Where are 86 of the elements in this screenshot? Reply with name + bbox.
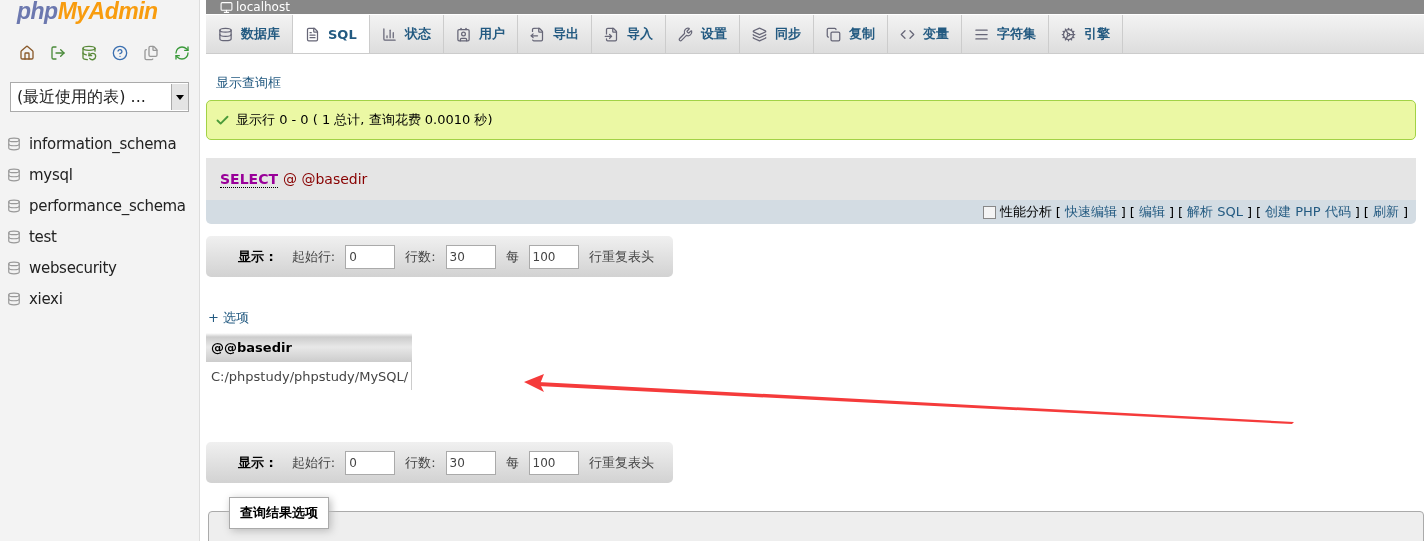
rows-field[interactable]: 30 [445,450,496,475]
tab[interactable]: 同步 [739,15,814,53]
tab[interactable]: 用户 [443,15,518,53]
result-options-legend[interactable]: 查询结果选项 [229,497,329,529]
column-header[interactable]: @@basedir [206,333,412,362]
import-icon [603,26,619,42]
tab[interactable]: 变量 [887,15,962,53]
bracket: ] [1168,204,1174,220]
tab[interactable]: 状态 [369,15,444,53]
export-icon [529,26,545,42]
success-text: 显示行 0 - 0 ( 1 总计, 查询花费 0.0010 秒) [236,111,493,129]
table-cell: C:/phpstudy/phpstudy/MySQL/ [206,362,412,390]
show-query-box-link[interactable]: 显示查询框 [216,74,281,92]
tab[interactable]: 导出 [517,15,592,53]
start-row-label: 起始行: [291,453,336,472]
database-icon [7,136,21,151]
rows-label: 行数: [405,247,436,266]
exit-icon[interactable] [49,44,66,61]
tab[interactable]: 导入 [591,15,666,53]
database-link[interactable]: performance_schema [29,196,186,215]
sql-action-link[interactable]: 编辑 [1138,203,1165,221]
sql-action-link[interactable]: 创建 PHP 代码 [1265,203,1351,221]
bracket: [ [1255,204,1262,220]
repeat-header-field[interactable]: 100 [528,450,579,475]
bracket: ] [1120,204,1126,220]
caret-icon [176,94,184,100]
per-label: 每 [505,247,519,266]
bracket: ] [1354,204,1360,220]
bar-chart-icon [381,26,397,42]
tab[interactable]: 引擎 [1048,15,1123,53]
database-icon [7,167,21,182]
database-link[interactable]: mysql [29,165,73,184]
help-icon[interactable] [111,44,128,61]
gear-icon [1060,26,1076,42]
lines-icon [973,26,989,42]
repeat-header-field[interactable]: 100 [528,244,579,269]
sql-text: @ @basedir [282,171,368,187]
logo[interactable]: phpMyAdmin [0,0,199,26]
tab[interactable]: 复制 [813,15,888,53]
bracket: [ [1177,204,1184,220]
sql-keyword[interactable]: SELECT [220,170,278,188]
per-label: 每 [505,453,519,472]
database-link[interactable]: information_schema [29,134,177,153]
server-title[interactable]: localhost [236,0,290,14]
contact-card-icon [455,26,471,42]
show-label: 显示 : [238,247,274,266]
start-row-field[interactable]: 0 [345,244,396,269]
bracket: ] [1246,204,1252,220]
rows-field[interactable]: 30 [445,244,496,269]
rows-label: 行数: [405,453,436,472]
database-link[interactable]: websecurity [29,258,117,277]
start-row-label: 起始行: [291,247,336,266]
database-arrow-icon[interactable] [80,44,97,61]
options-link[interactable]: + 选项 [208,309,250,327]
reload-icon[interactable] [173,44,190,61]
bracket: [ [1055,204,1061,220]
sql-action-link[interactable]: 刷新 [1372,203,1399,221]
database-link[interactable]: test [29,227,57,246]
repeat-header-label: 行重复表头 [588,453,654,472]
bracket: [ [1363,204,1369,220]
repeat-header-label: 行重复表头 [588,247,654,266]
documents-icon[interactable] [142,44,159,61]
document-icon [305,26,320,42]
show-label: 显示 : [238,453,274,472]
copy-icon [825,26,841,42]
recent-tables-select[interactable]: (最近使用的表) ... [10,82,189,112]
database-icon [7,291,21,306]
profiling-label: 性能分析 [999,203,1052,221]
database-link[interactable]: xiexi [29,289,63,308]
start-row-field[interactable]: 0 [345,450,396,475]
tab[interactable]: 字符集 [961,15,1049,53]
layers-icon [751,26,767,42]
database-icon [7,198,21,213]
monitor-icon [220,0,233,14]
database-icon [7,260,21,275]
wrench-icon [677,26,693,42]
home-icon[interactable] [18,44,35,61]
bracket: [ [1129,204,1135,220]
database-icon [7,229,21,244]
sql-action-link[interactable]: 快速编辑 [1064,203,1117,221]
tab[interactable]: 设置 [665,15,740,53]
tab[interactable]: SQL [293,15,370,53]
bracket: ] [1402,204,1408,220]
profiling-checkbox[interactable] [982,205,996,219]
database-icon [218,26,233,42]
sql-action-link[interactable]: 解析 SQL [1187,203,1243,221]
